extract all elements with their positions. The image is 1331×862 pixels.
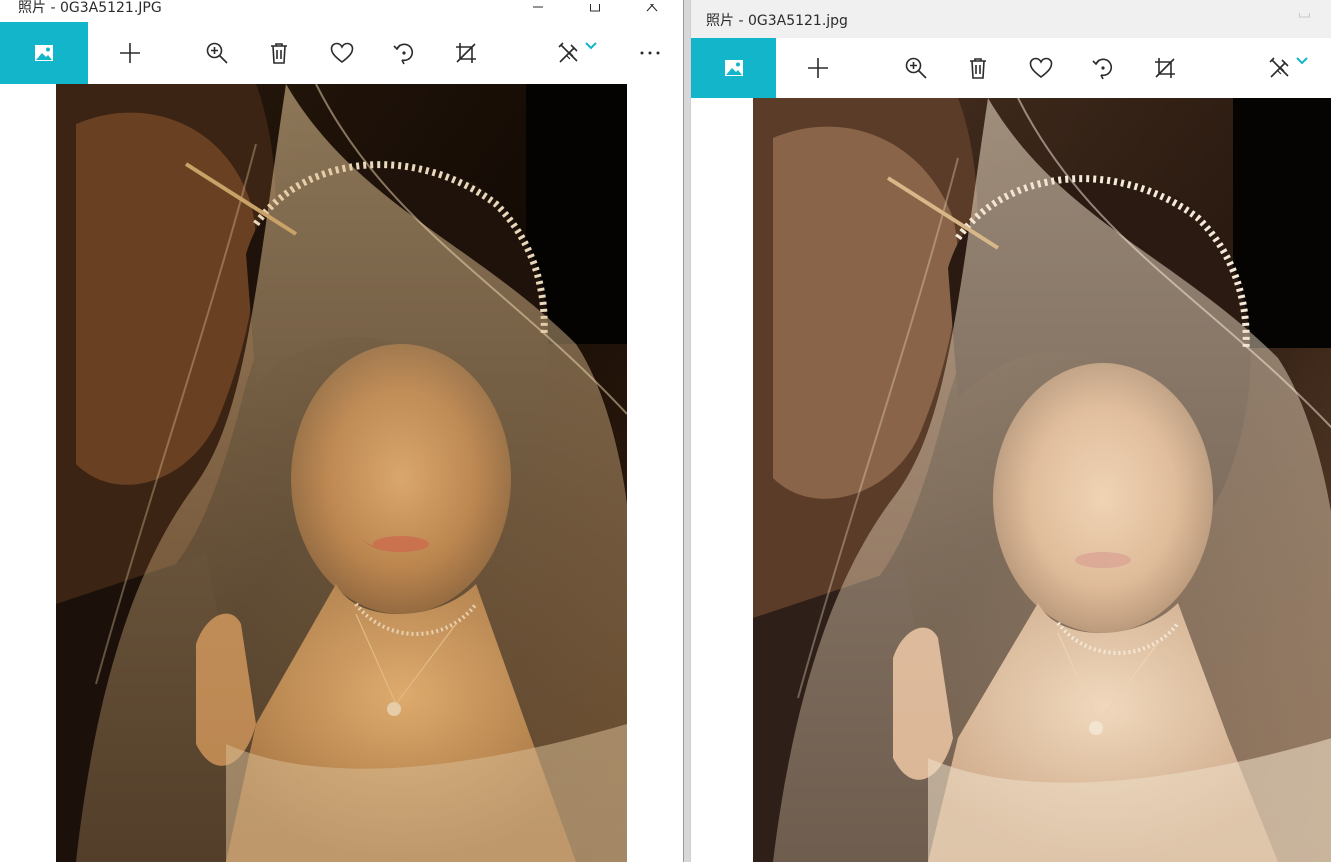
crop-button[interactable] <box>444 22 488 84</box>
wedding-photo-bright <box>753 98 1331 862</box>
minimize-button[interactable] <box>515 0 561 20</box>
edit-create-icon <box>1269 57 1289 78</box>
photos-home-button[interactable] <box>0 22 88 84</box>
window-title: 照片 - 0G3A5121.JPG <box>18 0 162 16</box>
heart-icon <box>1029 57 1053 79</box>
crop-icon <box>1155 58 1175 78</box>
minimize-button[interactable] <box>1225 0 1271 38</box>
maximize-button[interactable] <box>1281 0 1327 38</box>
photos-home-button[interactable] <box>691 38 776 98</box>
add-button[interactable] <box>796 38 840 98</box>
close-button[interactable] <box>629 0 675 20</box>
photo-image <box>753 98 1331 862</box>
title-bar[interactable]: 照片 - 0G3A5121.JPG <box>0 0 683 22</box>
delete-button[interactable] <box>257 22 301 84</box>
zoom-in-icon <box>206 42 228 64</box>
toolbar <box>0 22 683 84</box>
chevron-down-icon <box>585 42 597 50</box>
window-title: 照片 - 0G3A5121.jpg <box>706 13 848 29</box>
minimize-icon <box>1242 13 1254 25</box>
rotate-icon <box>393 43 413 65</box>
favorite-button[interactable] <box>320 22 364 84</box>
rotate-icon <box>1092 58 1112 80</box>
photo-icon <box>724 60 743 76</box>
photos-window-left: 照片 - 0G3A5121.JPG <box>0 0 684 862</box>
title-bar[interactable]: 照片 - 0G3A5121.jpg <box>691 0 1331 38</box>
add-button[interactable] <box>108 22 152 84</box>
edit-create-button[interactable] <box>546 22 608 84</box>
photo-icon <box>35 45 53 61</box>
heart-icon <box>330 42 354 64</box>
zoom-button[interactable] <box>195 22 239 84</box>
image-viewer[interactable] <box>691 98 1331 862</box>
image-viewer[interactable] <box>0 84 683 862</box>
plus-icon <box>808 58 828 78</box>
delete-button[interactable] <box>956 38 1000 98</box>
maximize-icon <box>1299 13 1310 18</box>
plus-icon <box>120 43 140 63</box>
chevron-down-icon <box>1296 57 1308 65</box>
photos-window-right: 照片 - 0G3A5121.jpg <box>690 0 1331 862</box>
photo-image <box>56 84 627 862</box>
crop-button[interactable] <box>1143 38 1187 98</box>
rotate-button[interactable] <box>1081 38 1125 98</box>
trash-icon <box>271 43 287 64</box>
maximize-button[interactable] <box>572 0 618 20</box>
toolbar <box>691 38 1331 98</box>
zoom-button[interactable] <box>894 38 938 98</box>
maximize-icon <box>590 4 600 12</box>
edit-create-button[interactable] <box>1257 38 1319 98</box>
trash-icon <box>970 58 986 79</box>
crop-icon <box>456 43 476 63</box>
more-icon <box>640 51 660 55</box>
close-icon <box>646 4 658 12</box>
favorite-button[interactable] <box>1019 38 1063 98</box>
wedding-photo-dark <box>56 84 627 862</box>
minimize-icon <box>533 6 543 8</box>
more-button[interactable] <box>628 22 672 84</box>
edit-create-icon <box>558 42 578 63</box>
rotate-button[interactable] <box>382 22 426 84</box>
zoom-in-icon <box>905 57 927 79</box>
